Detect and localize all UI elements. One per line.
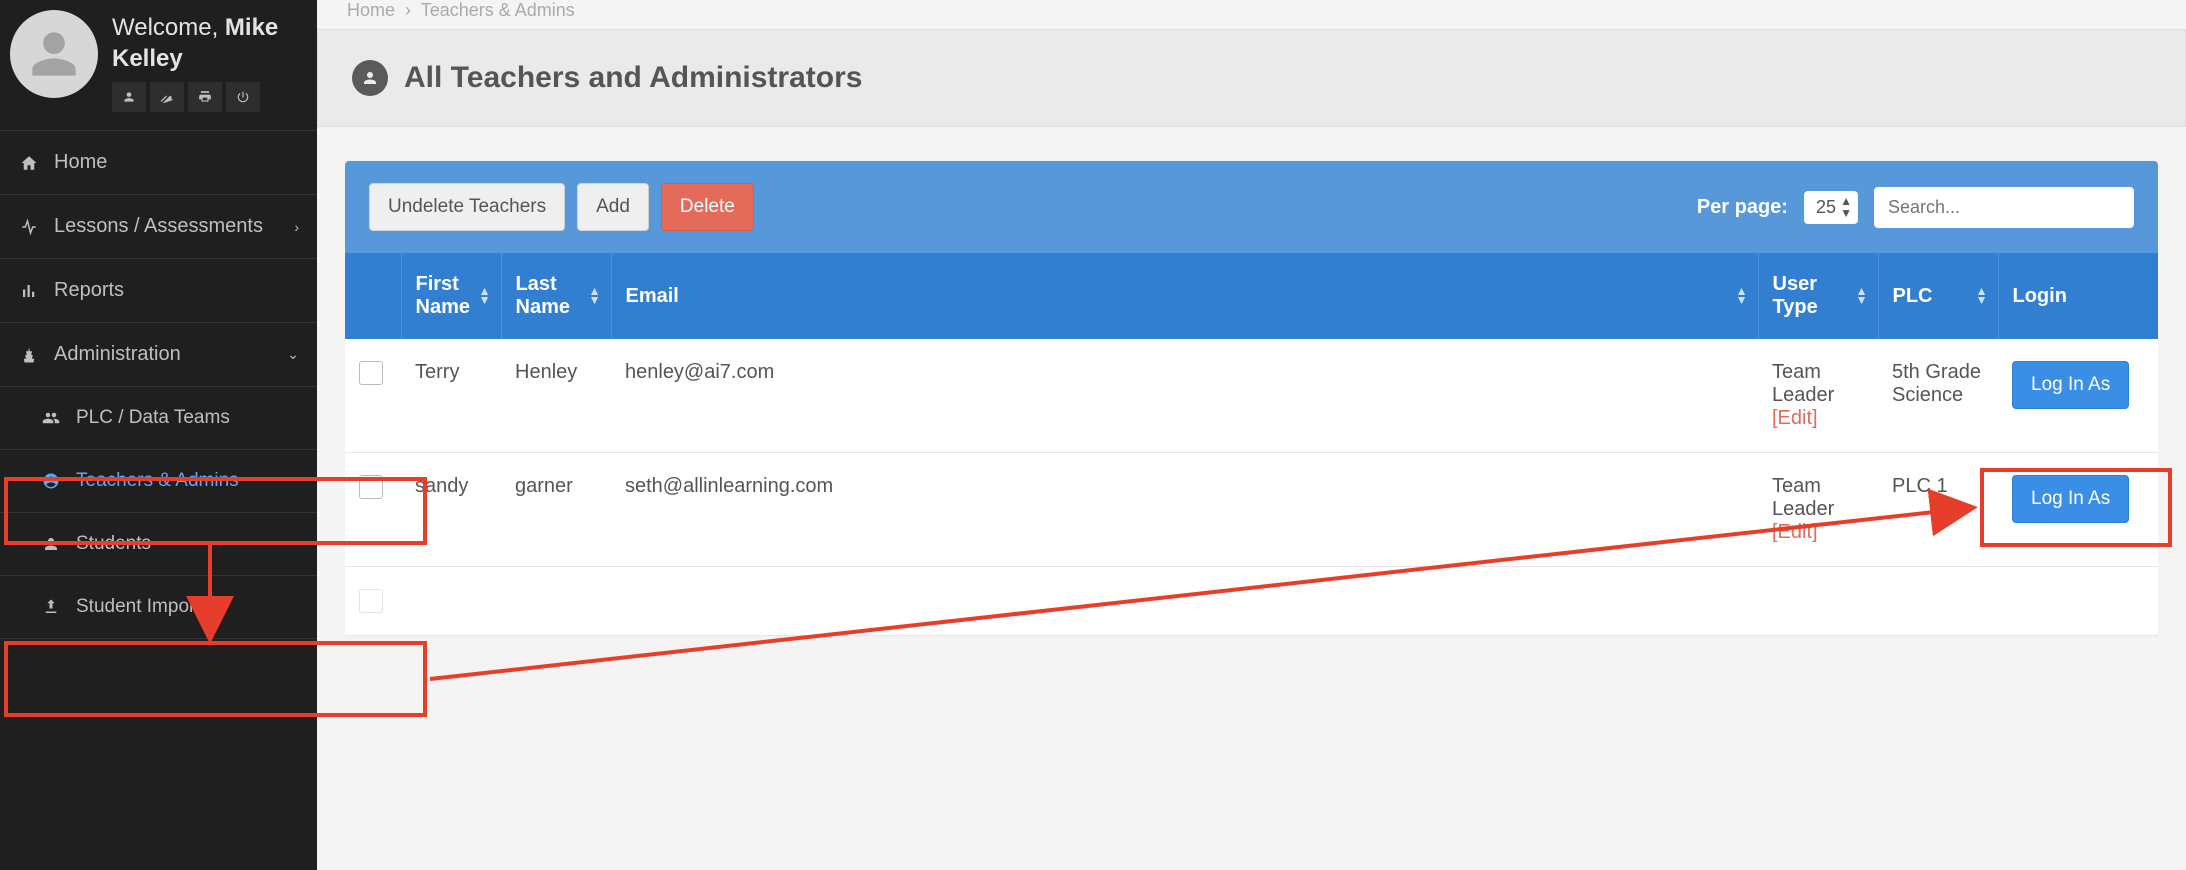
sort-icon: ▲▼ [589, 287, 601, 305]
sidebar-item-label: Lessons / Assessments [54, 215, 263, 238]
col-label: Email [626, 285, 679, 307]
user-power-button[interactable] [226, 82, 260, 112]
sidebar-item-lessons[interactable]: Lessons / Assessments › [0, 195, 317, 259]
table-row: Terry Henley henley@ai7.com Team Leader … [345, 339, 2158, 453]
chevron-right-icon: › [294, 219, 299, 235]
per-page-value: 25 [1816, 197, 1836, 217]
chevron-down-icon: ⌄ [287, 346, 299, 363]
sort-icon: ▲▼ [1736, 287, 1748, 305]
col-label: Login [2013, 285, 2067, 307]
user-first-name: Mike [225, 14, 278, 41]
barchart-icon [18, 282, 40, 300]
table-row [345, 567, 2158, 636]
page-title: All Teachers and Administrators [404, 61, 862, 95]
search-input[interactable] [1874, 187, 2134, 228]
col-label: PLC [1893, 285, 1933, 307]
col-plc[interactable]: PLC ▲▼ [1878, 253, 1998, 339]
user-type-text: Team Leader [1772, 475, 1834, 520]
cell-first-name: Terry [401, 339, 501, 453]
table-toolbar: Undelete Teachers Add Delete Per page: 2… [345, 161, 2158, 253]
sidebar-item-student-import[interactable]: Student Import [0, 576, 317, 639]
group-icon [40, 409, 62, 427]
edit-user-type-link[interactable]: [Edit] [1772, 407, 1818, 429]
user-settings-button[interactable] [150, 82, 184, 112]
user-last-name: Kelley [112, 45, 183, 72]
sidebar-item-label: Reports [54, 279, 124, 302]
sidebar-item-plc[interactable]: PLC / Data Teams [0, 387, 317, 450]
breadcrumb-home[interactable]: Home [347, 0, 395, 20]
per-page-label: Per page: [1697, 196, 1788, 219]
add-button[interactable]: Add [577, 183, 649, 231]
col-checkbox [345, 253, 401, 339]
sidebar-item-label: Student Import [76, 596, 201, 618]
user-type-text: Team Leader [1772, 361, 1834, 406]
col-label: Last Name [516, 273, 570, 318]
cell-plc: 5th Grade Science [1878, 339, 1998, 453]
page-header: All Teachers and Administrators [317, 29, 2186, 127]
sidebar-item-label: Home [54, 151, 107, 174]
sort-icon: ▲▼ [1976, 287, 1988, 305]
welcome-text: Welcome, Mike Kelley [112, 12, 305, 74]
cell-user-type: Team Leader [Edit] [1758, 339, 1878, 453]
col-login: Login [1998, 253, 2158, 339]
col-last-name[interactable]: Last Name ▲▼ [501, 253, 611, 339]
welcome-prefix: Welcome, [112, 14, 225, 41]
cell-first-name: sandy [401, 453, 501, 567]
person-icon [40, 535, 62, 553]
breadcrumb: Home › Teachers & Admins [317, 0, 2186, 29]
user-print-button[interactable] [188, 82, 222, 112]
sidebar-item-home[interactable]: Home [0, 131, 317, 195]
avatar [10, 10, 98, 98]
activity-icon [18, 218, 40, 236]
cell-email: henley@ai7.com [611, 339, 1758, 453]
export-icon [40, 598, 62, 616]
updown-icon: ▲▼ [1840, 195, 1852, 219]
breadcrumb-current: Teachers & Admins [421, 0, 575, 20]
log-in-as-button[interactable]: Log In As [2012, 361, 2129, 409]
cell-email: seth@allinlearning.com [611, 453, 1758, 567]
teachers-table: First Name ▲▼ Last Name ▲▼ Email ▲▼ User Ty… [345, 253, 2158, 636]
sidebar-item-teachers-admins[interactable]: Teachers & Admins [0, 450, 317, 513]
undelete-teachers-button[interactable]: Undelete Teachers [369, 183, 565, 231]
home-icon [18, 154, 40, 172]
col-label: First Name [416, 273, 470, 318]
user-circle-icon [352, 60, 388, 96]
user-circle-icon [40, 472, 62, 490]
sidebar-item-label: Administration [54, 343, 181, 366]
user-profile-button[interactable] [112, 82, 146, 112]
cell-plc: PLC 1 [1878, 453, 1998, 567]
edit-user-type-link[interactable]: [Edit] [1772, 521, 1818, 543]
sort-icon: ▲▼ [479, 287, 491, 305]
col-first-name[interactable]: First Name ▲▼ [401, 253, 501, 339]
row-checkbox[interactable] [359, 589, 383, 613]
sidebar-item-label: PLC / Data Teams [76, 407, 230, 429]
cell-user-type: Team Leader [Edit] [1758, 453, 1878, 567]
row-checkbox[interactable] [359, 361, 383, 385]
row-checkbox[interactable] [359, 475, 383, 499]
table-row: sandy garner seth@allinlearning.com Team… [345, 453, 2158, 567]
sidebar-item-label: Teachers & Admins [76, 470, 239, 492]
log-in-as-button[interactable]: Log In As [2012, 475, 2129, 523]
main-content: Home › Teachers & Admins All Teachers an… [317, 0, 2186, 870]
col-label: User Type [1773, 273, 1818, 318]
sidebar: Welcome, Mike Kelley Home Lessons / Asse… [0, 0, 317, 870]
sort-icon: ▲▼ [1856, 287, 1868, 305]
sidebar-item-students[interactable]: Students [0, 513, 317, 576]
per-page-select[interactable]: 25 ▲▼ [1804, 191, 1858, 224]
profile-block: Welcome, Mike Kelley [0, 0, 317, 130]
delete-button[interactable]: Delete [661, 183, 754, 231]
sidebar-item-administration[interactable]: Administration ⌄ [0, 323, 317, 387]
cell-last-name: garner [501, 453, 611, 567]
col-email[interactable]: Email ▲▼ [611, 253, 1758, 339]
admin-icon [18, 346, 40, 364]
sidebar-item-reports[interactable]: Reports [0, 259, 317, 323]
col-user-type[interactable]: User Type ▲▼ [1758, 253, 1878, 339]
sidebar-item-label: Students [76, 533, 151, 555]
cell-last-name: Henley [501, 339, 611, 453]
